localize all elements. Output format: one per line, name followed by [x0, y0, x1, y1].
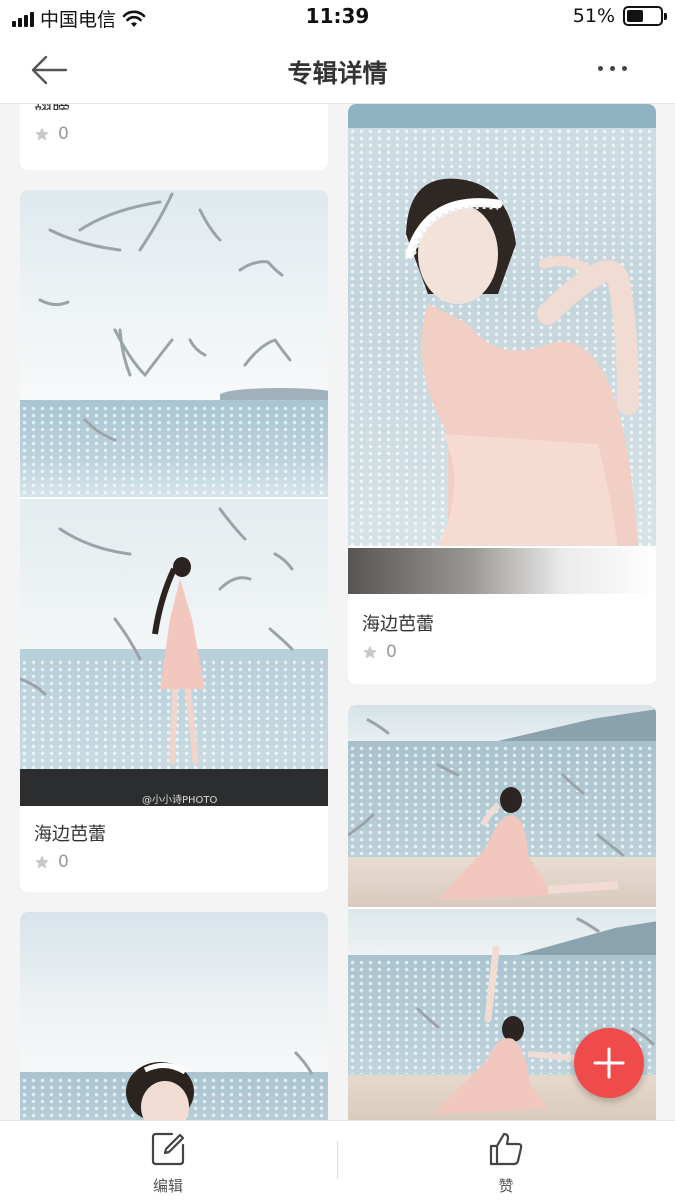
- status-right: 51%: [572, 5, 667, 27]
- photo-dancer-portrait[interactable]: [348, 104, 656, 546]
- card-title: 海边芭蕾: [34, 824, 106, 845]
- battery-percent: 51%: [572, 5, 615, 27]
- status-bar: 中国电信 11:39 51%: [0, 0, 675, 34]
- photo-card[interactable]: [20, 912, 328, 1120]
- star-icon: [363, 645, 377, 659]
- card-title: 海边芭蕾: [362, 614, 434, 635]
- photo-portrait-sea[interactable]: [20, 912, 328, 1120]
- like-count: 0: [362, 642, 397, 662]
- photo-card[interactable]: @小小诗PHOTO 海边芭蕾 0: [20, 190, 328, 892]
- like-count-value: 0: [58, 124, 69, 144]
- like-label: 赞: [498, 1177, 514, 1195]
- battery-icon: [623, 6, 667, 26]
- like-count-value: 0: [386, 642, 397, 662]
- plus-icon: [593, 1047, 625, 1079]
- album-grid[interactable]: 翅膀 0: [0, 104, 675, 1120]
- more-button[interactable]: [598, 66, 627, 71]
- like-count: 0: [34, 852, 69, 872]
- photo-strip: [348, 548, 656, 594]
- edit-label: 编辑: [152, 1177, 183, 1195]
- page-title: 专辑详情: [287, 59, 388, 88]
- edit-tab[interactable]: 编辑: [108, 1131, 228, 1196]
- dancer-figure: [20, 507, 294, 765]
- card-title: 翅膀: [34, 104, 70, 110]
- photo-card[interactable]: 翅膀 0: [20, 104, 328, 170]
- edit-icon: [151, 1132, 185, 1166]
- nav-bar: 专辑详情: [0, 34, 675, 104]
- like-count-value: 0: [58, 852, 69, 872]
- tab-divider: [337, 1141, 338, 1179]
- photo-dancer-splits[interactable]: [348, 705, 656, 907]
- add-photo-button[interactable]: [574, 1028, 644, 1098]
- like-count: 0: [34, 124, 69, 144]
- star-icon: [35, 855, 49, 869]
- photo-dancer-seagulls[interactable]: @小小诗PHOTO: [20, 499, 328, 806]
- dancer-figure: [405, 178, 639, 546]
- photo-card[interactable]: 海边芭蕾 0: [348, 104, 656, 684]
- thumbs-up-icon: [489, 1132, 523, 1166]
- bottom-bar: 编辑 赞: [0, 1120, 675, 1200]
- star-icon: [35, 127, 49, 141]
- seagulls: [38, 192, 292, 442]
- battery-fill: [627, 10, 644, 22]
- photo-watermark: @小小诗PHOTO: [142, 795, 218, 806]
- like-tab[interactable]: 赞: [446, 1131, 566, 1196]
- dancer-figure: [348, 718, 625, 900]
- photo-seagulls[interactable]: [20, 190, 328, 497]
- more-dots-icon: [598, 66, 603, 71]
